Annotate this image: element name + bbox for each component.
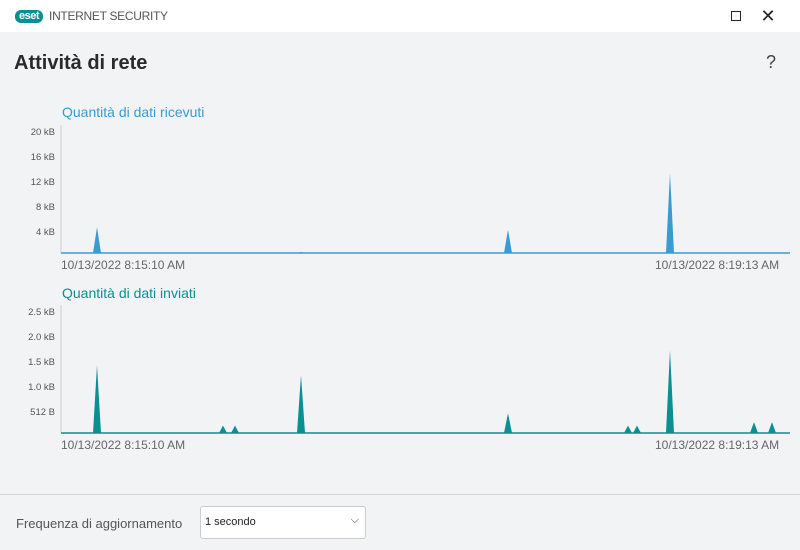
- chevron-down-icon: ⌵: [350, 514, 359, 526]
- refresh-rate-value: 1 secondo: [205, 516, 256, 528]
- sent-data-spike: [297, 375, 305, 433]
- sent-data-spike: [633, 425, 641, 433]
- received-data-spike: [93, 227, 101, 253]
- refresh-rate-select[interactable]: 1 secondo ⌵: [200, 506, 366, 539]
- footer: Frequenza di aggiornamento 1 secondo ⌵: [0, 494, 800, 550]
- refresh-rate-label: Frequenza di aggiornamento: [16, 516, 183, 531]
- received-data-spike: [504, 229, 512, 253]
- sent-data-spike: [504, 413, 512, 433]
- sent-data-spike: [750, 422, 758, 433]
- sent-data-spike: [231, 425, 239, 433]
- charts: [60, 125, 790, 434]
- received-data-spike: [666, 173, 674, 253]
- sent-data-spike: [624, 425, 632, 433]
- sent-data-spike: [93, 365, 101, 433]
- sent-data-spike: [219, 425, 227, 433]
- sent-data-spike: [768, 422, 776, 433]
- sent-data-spike: [666, 350, 674, 433]
